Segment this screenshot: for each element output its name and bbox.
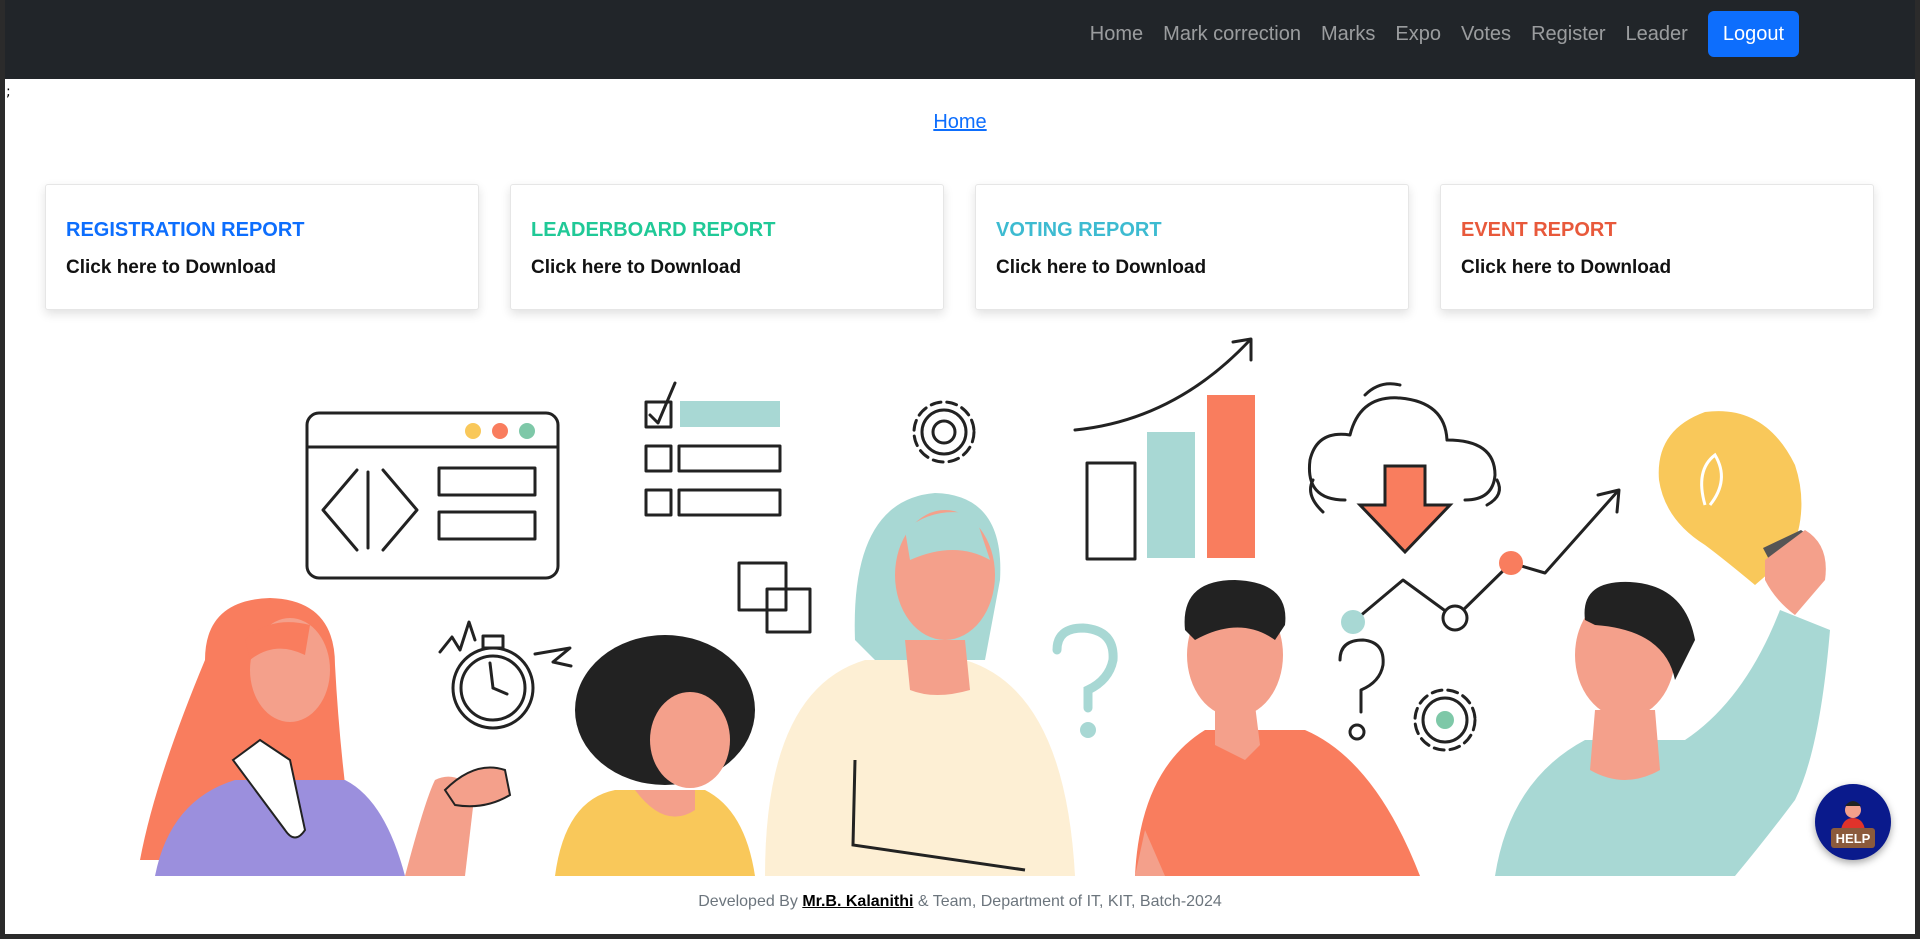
help-button[interactable]: HELP [1815,784,1891,860]
nav-marks[interactable]: Marks [1311,11,1385,57]
nav-links: Home Mark correction Marks Expo Votes Re… [1080,11,1799,57]
registration-report-card[interactable]: REGISTRATION REPORT Click here to Downlo… [45,184,479,310]
card-title: EVENT REPORT [1461,219,1617,241]
card-download-link[interactable]: Click here to Download [996,257,1206,279]
nav-expo[interactable]: Expo [1385,11,1451,57]
home-link[interactable]: Home [933,111,986,133]
card-title: LEADERBOARD REPORT [531,219,776,241]
person-orange-shirt [1135,580,1420,876]
card-download-link[interactable]: Click here to Download [1461,257,1671,279]
card-title: VOTING REPORT [996,219,1162,241]
page-frame: Home Mark correction Marks Expo Votes Re… [5,0,1915,934]
help-desk-person-icon: HELP [1831,801,1875,848]
person-curly-hair [555,635,755,876]
nav-mark-correction[interactable]: Mark correction [1153,11,1311,57]
nav-register[interactable]: Register [1521,11,1615,57]
logout-button[interactable]: Logout [1707,11,1799,57]
help-label: HELP [1836,831,1871,846]
stopwatch-icon [438,620,573,730]
person-teal-shirt [1495,530,1830,876]
nav-home[interactable]: Home [1080,11,1153,57]
footer-suffix: & Team, Department of IT, KIT, Batch-202… [917,893,1222,910]
nav-votes[interactable]: Votes [1451,11,1521,57]
person-teal-hair [765,493,1075,876]
footer-author-link[interactable]: Mr.B. Kalanithi [802,893,913,910]
question-mark-icon [1338,638,1385,741]
leaderboard-report-card[interactable]: LEADERBOARD REPORT Click here to Downloa… [510,184,944,310]
overlap-squares-icon [737,561,812,634]
footer-prefix: Developed By [698,893,798,910]
card-title: REGISTRATION REPORT [66,219,305,241]
nav-leader[interactable]: Leader [1616,11,1698,57]
stray-text: ; [6,84,11,100]
footer: Developed By Mr.B. Kalanithi & Team, Dep… [5,893,1915,911]
card-download-link[interactable]: Click here to Download [66,257,276,279]
voting-report-card[interactable]: VOTING REPORT Click here to Download [975,184,1409,310]
top-navbar: Home Mark correction Marks Expo Votes Re… [5,0,1915,79]
card-download-link[interactable]: Click here to Download [531,257,741,279]
event-report-card[interactable]: EVENT REPORT Click here to Download [1440,184,1874,310]
home-link-wrap: Home [5,111,1915,134]
gear-icon [912,400,976,464]
code-window-icon [305,411,560,580]
team-collaboration-illustration [140,337,1830,876]
